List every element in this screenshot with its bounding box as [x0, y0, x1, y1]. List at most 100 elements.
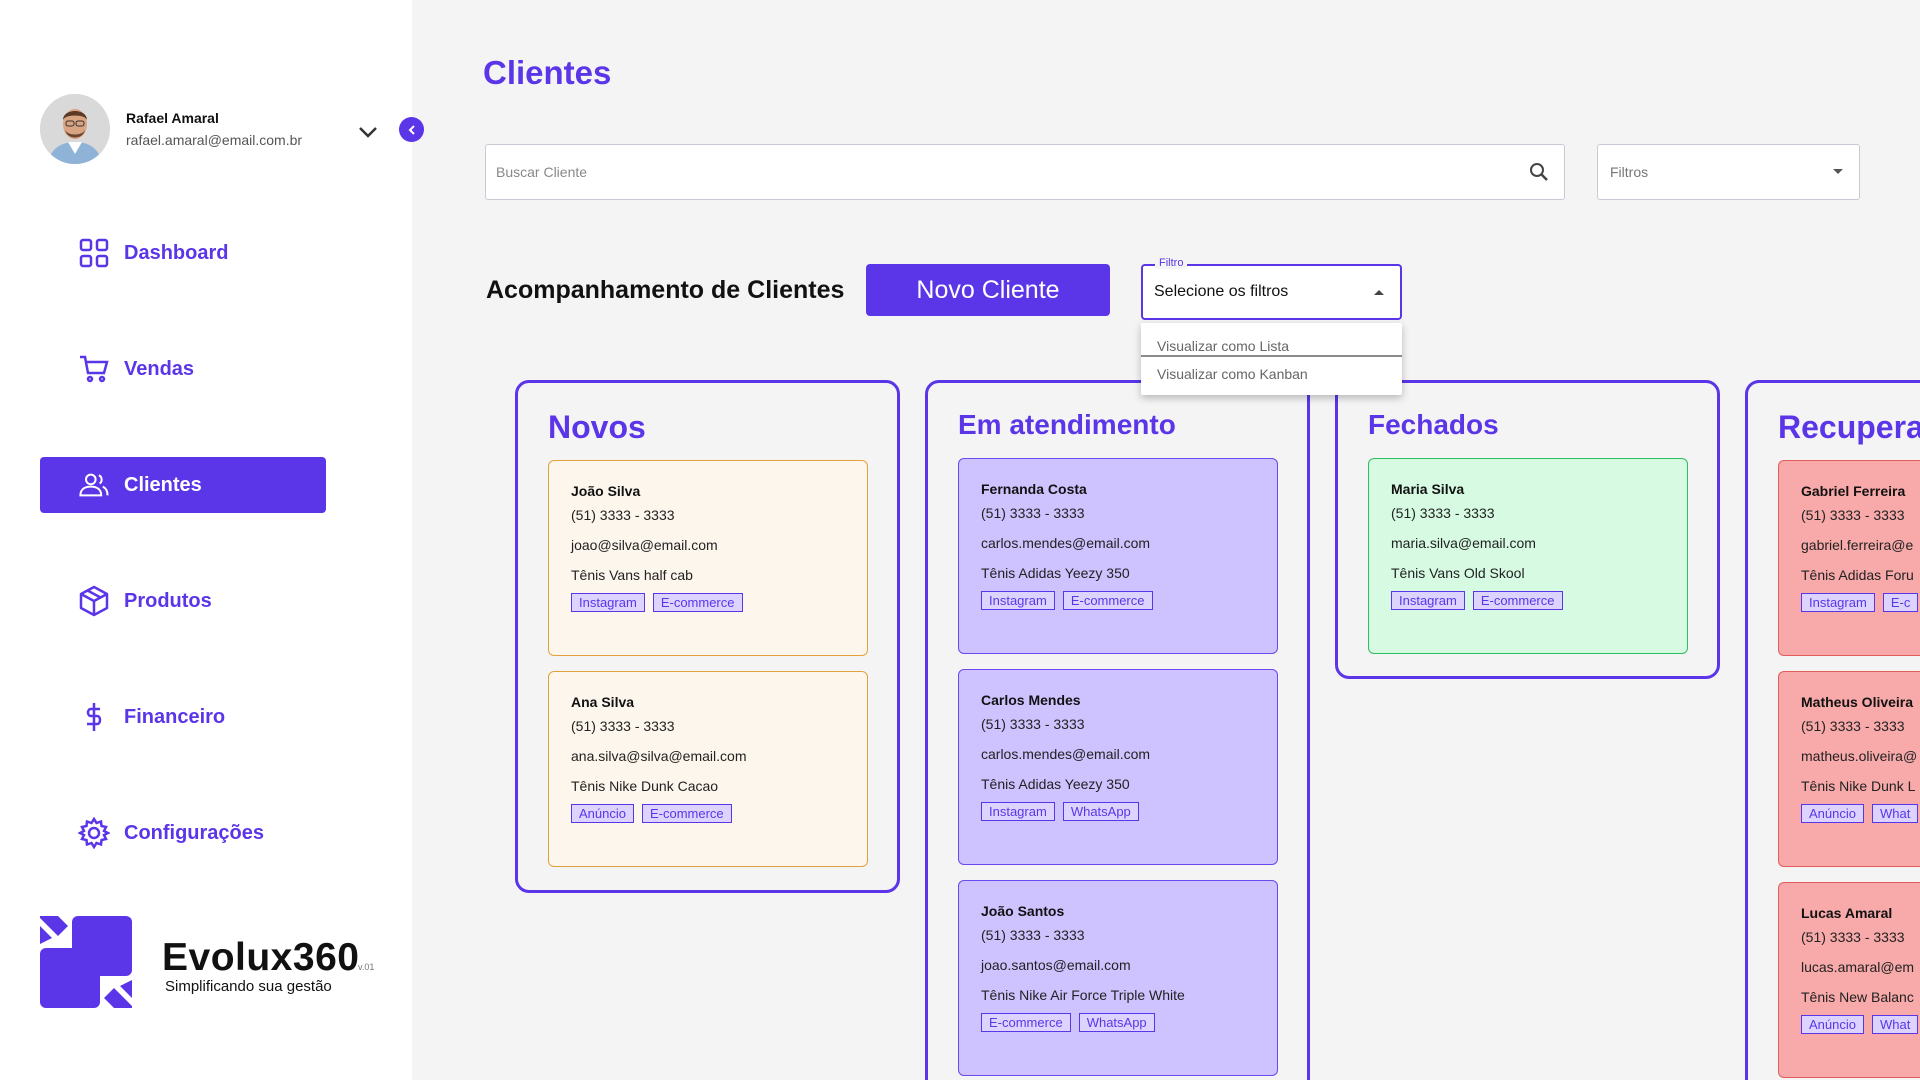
dollar-icon [78, 701, 110, 733]
filters-label: Filtros [1610, 164, 1649, 180]
client-name: João Santos [981, 903, 1065, 919]
tag: E-commerce [981, 1013, 1071, 1032]
client-product: Tênis Adidas Yeezy 350 [981, 776, 1130, 792]
search-input[interactable] [496, 145, 1496, 199]
sidebar-item-label: Clientes [124, 473, 202, 496]
client-phone: (51) 3333 - 3333 [1391, 505, 1495, 521]
filter-value: Selecione os filtros [1154, 283, 1289, 300]
sidebar-item-label: Vendas [124, 357, 195, 380]
client-phone: (51) 3333 - 3333 [571, 718, 675, 734]
client-product: Tênis New Balanc [1801, 989, 1914, 1005]
client-name: Ana Silva [571, 694, 635, 710]
caret-up-icon [1374, 290, 1384, 295]
client-product: Tênis Vans Old Skool [1391, 565, 1525, 581]
client-card[interactable]: Gabriel Ferreira (51) 3333 - 3333 gabrie… [1778, 460, 1920, 656]
client-card[interactable]: Carlos Mendes (51) 3333 - 3333 carlos.me… [958, 669, 1278, 865]
kanban-column-recuperacao: Recupera Gabriel Ferreira (51) 3333 - 33… [1745, 380, 1920, 1080]
tag: What [1871, 804, 1919, 823]
client-phone: (51) 3333 - 3333 [1801, 718, 1905, 734]
client-product: Tênis Vans half cab [571, 567, 693, 583]
user-email: rafael.amaral@email.com.br [126, 132, 303, 148]
view-filter-select[interactable]: Filtro Selecione os filtros [1141, 257, 1402, 320]
tag: Instagram [571, 593, 645, 612]
option-view-kanban[interactable]: Visualizar como Kanban [1141, 357, 1402, 386]
chevron-down-icon[interactable] [356, 120, 380, 144]
client-email: lucas.amaral@em [1801, 959, 1915, 975]
tag: E-commerce [1472, 591, 1563, 610]
search-field [485, 144, 1565, 200]
tag: E-c [1882, 593, 1919, 612]
client-name: Maria Silva [1391, 481, 1465, 497]
tag: Anúncio [1801, 804, 1864, 823]
client-name: Lucas Amaral [1801, 905, 1893, 921]
client-card[interactable]: João Santos (51) 3333 - 3333 joao.santos… [958, 880, 1278, 1076]
caret-down-icon [1833, 169, 1843, 174]
client-name: Matheus Oliveira [1801, 694, 1914, 710]
client-phone: (51) 3333 - 3333 [1801, 929, 1905, 945]
client-name: Gabriel Ferreira [1801, 483, 1906, 499]
tag: Anúncio [1801, 1015, 1864, 1034]
sidebar-item-financeiro[interactable]: Financeiro [40, 689, 326, 745]
sidebar-item-label: Configurações [124, 821, 265, 844]
client-email: gabriel.ferreira@e [1801, 537, 1914, 553]
client-card[interactable]: João Silva (51) 3333 - 3333 joao@silva@e… [548, 460, 868, 656]
client-product: Tênis Nike Dunk L [1801, 778, 1916, 794]
tag: Instagram [1391, 591, 1465, 610]
sidebar: Rafael Amaral rafael.amaral@email.com.br… [0, 0, 412, 1080]
logo-subtitle: Simplificando sua gestão [165, 978, 332, 995]
client-email: joao@silva@email.com [571, 537, 718, 553]
new-client-button[interactable]: Novo Cliente [866, 264, 1110, 316]
sidebar-item-configuracoes[interactable]: Configurações [40, 805, 326, 861]
tag: WhatsApp [1062, 802, 1139, 821]
sidebar-item-produtos[interactable]: Produtos [40, 573, 326, 629]
page-title: Clientes [483, 54, 612, 91]
sidebar-item-dashboard[interactable]: Dashboard [40, 225, 326, 281]
logo-version: v.01 [358, 962, 375, 972]
search-icon[interactable] [1528, 161, 1550, 183]
tag: Instagram [981, 591, 1055, 610]
kanban-column-novos: Novos João Silva (51) 3333 - 3333 joao@s… [515, 380, 900, 893]
tag: WhatsApp [1078, 1013, 1155, 1032]
client-email: carlos.mendes@email.com [981, 746, 1151, 762]
option-view-list[interactable]: Visualizar como Lista [1141, 329, 1402, 357]
client-phone: (51) 3333 - 3333 [981, 505, 1085, 521]
client-card[interactable]: Matheus Oliveira (51) 3333 - 3333 matheu… [1778, 671, 1920, 867]
filter-dropdown-menu: Visualizar como Lista Visualizar como Ka… [1141, 323, 1402, 395]
client-product: Tênis Adidas Yeezy 350 [981, 565, 1130, 581]
user-name: Rafael Amaral [126, 110, 219, 126]
user-profile[interactable]: Rafael Amaral rafael.amaral@email.com.br [40, 94, 302, 164]
client-phone: (51) 3333 - 3333 [571, 507, 675, 523]
client-card[interactable]: Ana Silva (51) 3333 - 3333 ana.silva@sil… [548, 671, 868, 867]
section-title: Acompanhamento de Clientes [486, 276, 845, 304]
tag: Instagram [1801, 593, 1875, 612]
chevron-left-icon [408, 124, 415, 135]
column-title: Recupera [1778, 409, 1920, 445]
filters-select[interactable]: Filtros [1597, 144, 1860, 200]
client-email: carlos.mendes@email.com [981, 535, 1151, 551]
client-email: ana.silva@silva@email.com [571, 748, 747, 764]
client-product: Tênis Nike Dunk Cacao [571, 778, 719, 794]
client-phone: (51) 3333 - 3333 [981, 716, 1085, 732]
client-card[interactable]: Maria Silva (51) 3333 - 3333 maria.silva… [1368, 458, 1688, 654]
client-product: Tênis Nike Air Force Triple White [981, 987, 1185, 1003]
logo-title: Evolux360 [162, 936, 360, 979]
client-email: matheus.oliveira@ [1801, 748, 1918, 764]
column-title: Fechados [1368, 409, 1499, 440]
tag: E-commerce [652, 593, 743, 612]
tag: E-commerce [641, 804, 732, 823]
sidebar-item-vendas[interactable]: Vendas [40, 341, 326, 397]
sidebar-item-clientes[interactable]: Clientes [40, 457, 326, 513]
client-card[interactable]: Lucas Amaral (51) 3333 - 3333 lucas.amar… [1778, 882, 1920, 1078]
users-icon [78, 469, 110, 501]
sidebar-item-label: Produtos [124, 589, 212, 612]
client-email: joao.santos@email.com [981, 957, 1131, 973]
filter-legend: Filtro [1155, 257, 1188, 269]
cart-icon [78, 353, 110, 385]
tag: What [1871, 1015, 1919, 1034]
client-email: maria.silva@email.com [1391, 535, 1536, 551]
collapse-sidebar-button[interactable] [399, 117, 424, 142]
avatar [40, 94, 110, 164]
client-card[interactable]: Fernanda Costa (51) 3333 - 3333 carlos.m… [958, 458, 1278, 654]
tag: Anúncio [571, 804, 634, 823]
client-name: João Silva [571, 483, 641, 499]
